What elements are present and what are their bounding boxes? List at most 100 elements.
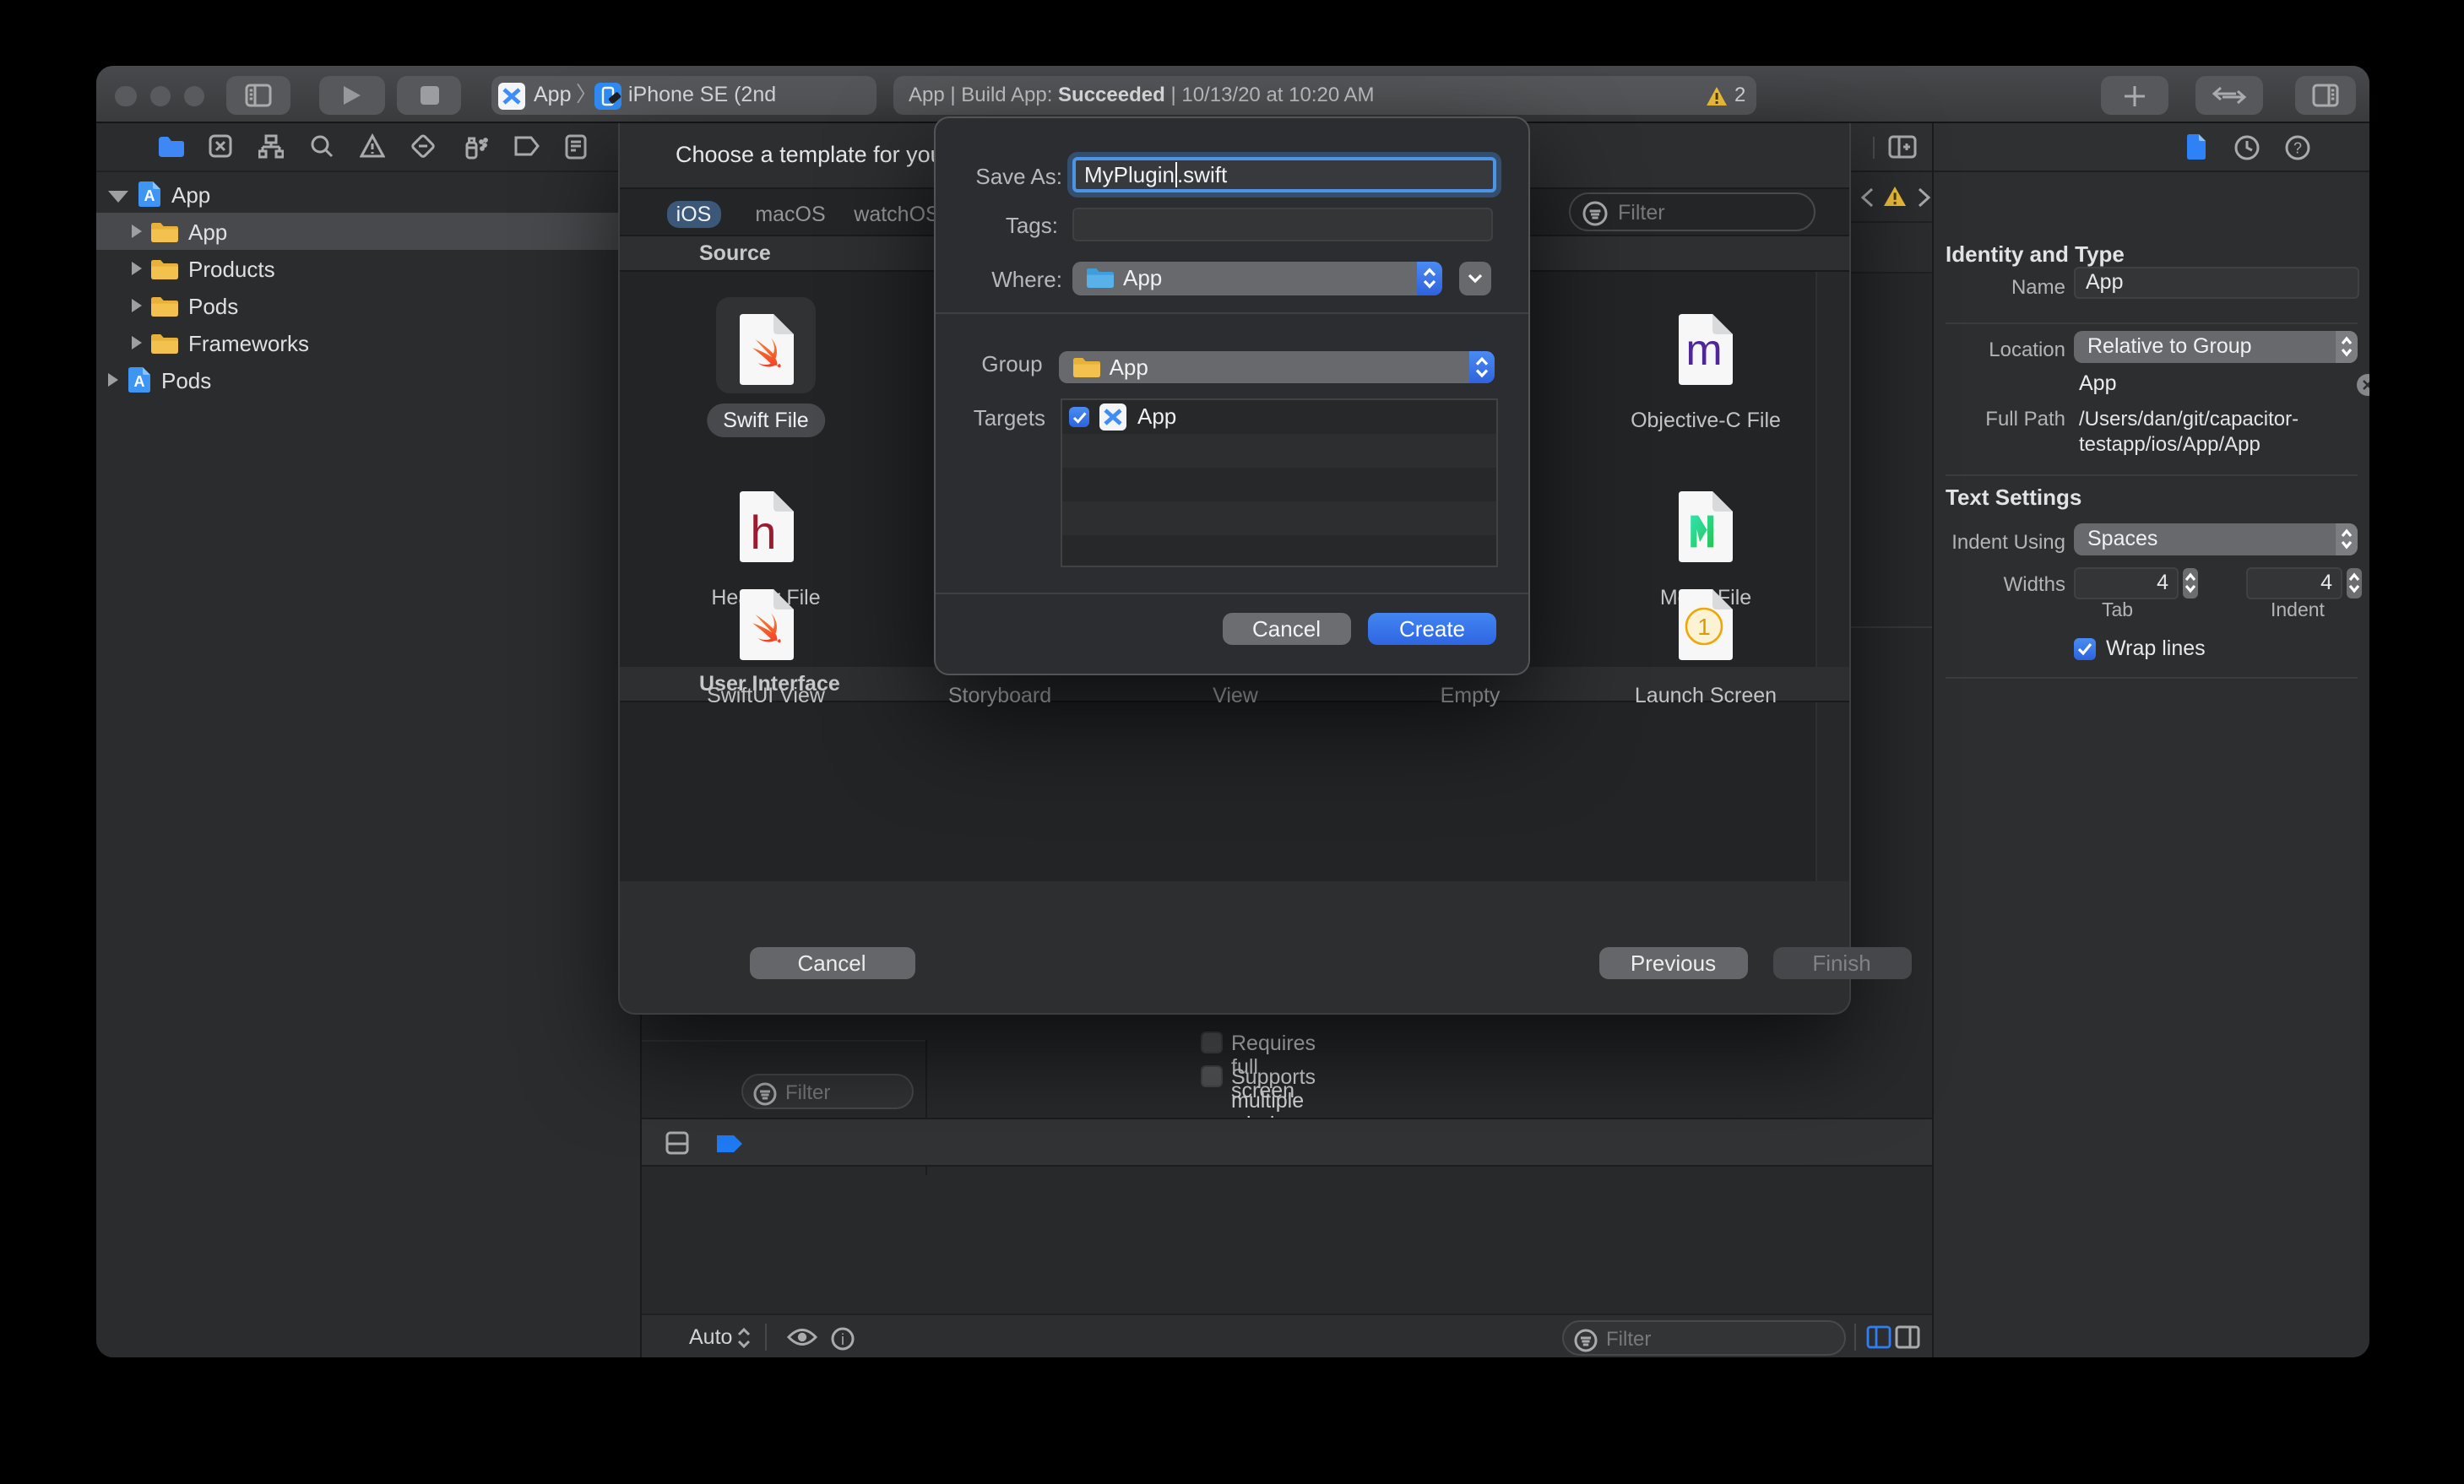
simulator-icon — [594, 82, 621, 109]
location-popup[interactable]: Relative to Group — [2074, 331, 2358, 362]
eye-icon[interactable] — [787, 1327, 817, 1347]
auto-dropdown[interactable]: Auto — [689, 1315, 732, 1357]
sheet-cancel-button[interactable]: Cancel — [749, 947, 915, 979]
tab-stepper[interactable] — [2182, 566, 2199, 598]
tree-row-pods-project[interactable]: A Pods — [95, 361, 642, 398]
symbol-navigator-icon[interactable] — [258, 133, 284, 159]
warning-icon[interactable] — [1706, 85, 1728, 106]
indent-width-field[interactable]: 4 — [2246, 566, 2342, 598]
svg-text:m: m — [1685, 326, 1722, 375]
indent-popup[interactable]: Spaces — [2074, 523, 2358, 555]
template-metal-file[interactable]: Metal File — [1596, 490, 1815, 609]
navigator-tab-bar — [95, 123, 640, 171]
tab-width-field[interactable]: 4 — [2074, 566, 2179, 598]
console-filter-field[interactable]: Filter — [1562, 1320, 1845, 1356]
test-navigator-icon[interactable] — [410, 133, 436, 159]
requires-fullscreen-checkbox[interactable] — [1201, 1031, 1223, 1053]
sheet-previous-button[interactable]: Previous — [1598, 947, 1748, 979]
editor-filter-field[interactable]: Filter — [741, 1074, 914, 1109]
tree-row-app-folder[interactable]: App — [95, 213, 642, 250]
disclosure-icon[interactable] — [131, 225, 141, 238]
tags-field[interactable] — [1072, 208, 1493, 241]
template-swiftui-view[interactable]: SwiftUI View — [656, 587, 876, 707]
table-row-empty — [1061, 534, 1496, 566]
template-launch-screen[interactable]: 1 Launch Screen — [1596, 587, 1815, 707]
toggle-navigator-button[interactable] — [226, 76, 290, 115]
template-label: Swift File — [706, 403, 826, 436]
info-icon[interactable]: i — [831, 1326, 855, 1350]
table-row-empty — [1061, 433, 1496, 468]
tree-row-app-project[interactable]: A App — [95, 176, 642, 213]
template-swift-file[interactable]: Swift File — [656, 312, 876, 436]
inspector-panel: ? Identity and Type Name App Location Re… — [1931, 123, 2369, 1357]
forward-icon[interactable] — [1917, 187, 1932, 207]
dialog-create-button[interactable]: Create — [1368, 613, 1496, 645]
show-right-pane-icon[interactable] — [1895, 1325, 1920, 1349]
save-as-field[interactable]: MyPlugin .swift — [1072, 157, 1496, 192]
tree-row-frameworks[interactable]: Frameworks — [95, 324, 642, 361]
breakpoint-flag-icon[interactable] — [716, 1134, 743, 1152]
scheme-selector[interactable]: App 〉 iPhone SE (2nd generation) — [491, 76, 877, 145]
run-button[interactable] — [319, 76, 384, 115]
disclosure-icon[interactable] — [107, 373, 117, 387]
file-inspector-icon[interactable] — [2184, 133, 2206, 160]
traffic-minimize-button[interactable] — [149, 85, 171, 107]
history-inspector-icon[interactable] — [2233, 134, 2259, 160]
tree-row-products[interactable]: Products — [95, 250, 642, 287]
toggle-inspector-button[interactable] — [2294, 76, 2356, 115]
target-row[interactable]: App — [1061, 400, 1496, 434]
dialog-cancel-button[interactable]: Cancel — [1223, 613, 1350, 645]
divider — [1854, 1324, 1856, 1351]
svg-text:i: i — [841, 1330, 844, 1347]
code-review-button[interactable] — [2195, 76, 2263, 115]
clear-icon[interactable] — [2355, 372, 2369, 396]
stop-button[interactable] — [397, 76, 461, 115]
back-icon[interactable] — [1859, 187, 1875, 207]
find-navigator-icon[interactable] — [309, 133, 334, 159]
issue-navigator-icon[interactable] — [360, 133, 385, 159]
where-popup[interactable]: App — [1072, 262, 1442, 295]
source-control-navigator-icon[interactable] — [208, 133, 233, 159]
expand-button[interactable] — [1459, 262, 1491, 295]
disclosure-icon[interactable] — [131, 262, 141, 275]
supports-multiwindow-checkbox[interactable] — [1201, 1064, 1223, 1086]
table-row-empty — [1061, 467, 1496, 501]
sheet-filter-field[interactable]: Filter — [1569, 192, 1815, 231]
svg-text:h: h — [749, 506, 775, 559]
editor-bottom-bar: Auto i Filter — [642, 1313, 1931, 1357]
name-field[interactable]: App — [2074, 267, 2358, 299]
report-navigator-icon[interactable] — [564, 133, 588, 160]
group-popup[interactable]: App — [1058, 350, 1495, 382]
sheet-finish-button[interactable]: Finish — [1772, 947, 1911, 979]
divider — [642, 1040, 925, 1043]
warning-icon[interactable] — [1883, 186, 1907, 208]
traffic-close-button[interactable] — [115, 85, 137, 107]
tab-ios[interactable]: iOS — [666, 200, 721, 227]
wrap-lines-checkbox[interactable] — [2074, 637, 2096, 659]
indent-stepper[interactable] — [2345, 566, 2362, 598]
stop-icon — [420, 86, 438, 105]
show-left-console-icon[interactable] — [1865, 1325, 1891, 1349]
targets-table: App — [1060, 398, 1498, 566]
disclosure-open-icon[interactable] — [107, 191, 128, 203]
help-inspector-icon[interactable]: ? — [2284, 134, 2309, 160]
debug-navigator-icon[interactable] — [461, 133, 488, 160]
template-objc-file[interactable]: m Objective-C File — [1596, 312, 1815, 432]
svg-text:A: A — [133, 373, 144, 390]
add-library-button[interactable] — [2101, 76, 2168, 115]
disclosure-icon[interactable] — [131, 336, 141, 349]
disclosure-icon[interactable] — [131, 299, 141, 312]
warning-count[interactable]: 2 — [1734, 76, 1745, 115]
target-checkbox[interactable] — [1068, 406, 1089, 427]
template-header-file[interactable]: h Header File — [656, 490, 876, 609]
console-pane-icon[interactable] — [665, 1131, 689, 1155]
fullpath-label: Full Path — [1985, 406, 2065, 430]
breakpoint-navigator-icon[interactable] — [513, 135, 540, 157]
add-editor-icon[interactable] — [1888, 135, 1917, 159]
tab-macos[interactable]: macOS — [740, 200, 841, 227]
traffic-zoom-button[interactable] — [183, 85, 205, 107]
updown-icon — [737, 1326, 751, 1348]
sheet-title: Choose a template for your — [676, 142, 951, 167]
project-navigator-icon[interactable] — [156, 135, 185, 159]
tree-row-pods-folder[interactable]: Pods — [95, 287, 642, 324]
